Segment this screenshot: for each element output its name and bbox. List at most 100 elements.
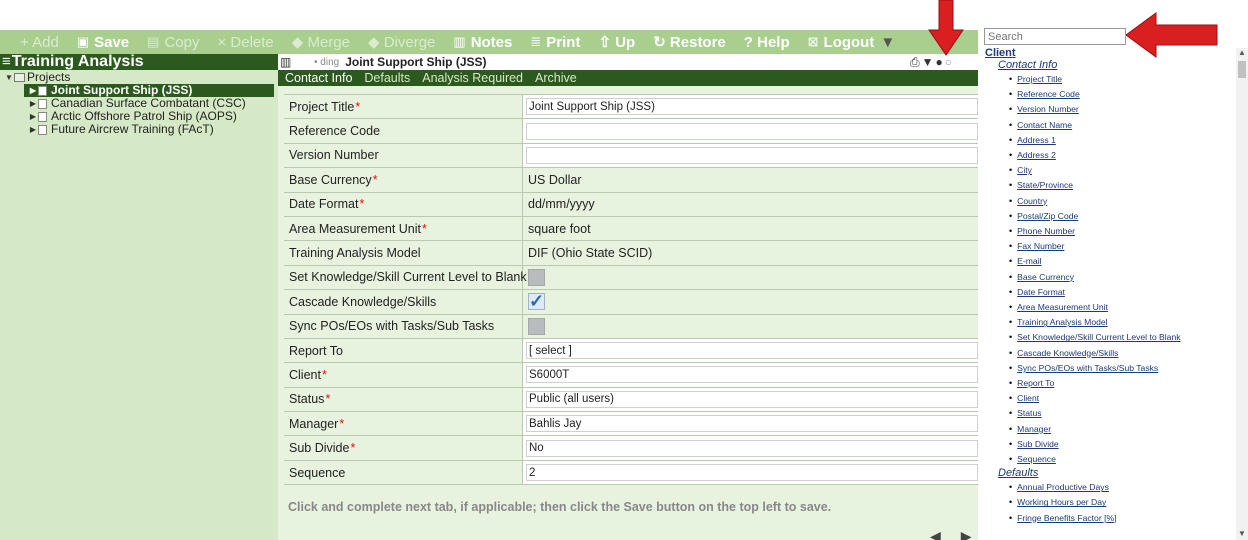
index-field-link[interactable]: Fax Number (1017, 241, 1064, 251)
field-checkbox[interactable]: ✓ (528, 292, 545, 311)
index-field-link[interactable]: Country (1017, 196, 1047, 206)
field-input[interactable]: Public (all users) (526, 390, 978, 408)
tab-defaults[interactable]: Defaults (364, 71, 410, 85)
expand-right-icon[interactable]: ▶ (28, 97, 38, 110)
index-field-link[interactable]: Reference Code (1017, 89, 1080, 99)
field-input[interactable]: Bahlis Jay (526, 415, 978, 433)
form-row: Version Number (284, 143, 978, 169)
index-field-link[interactable]: Manager (1017, 424, 1051, 434)
field-input[interactable]: S6000T (526, 366, 978, 384)
index-field-link[interactable]: Status (1017, 408, 1041, 418)
field-label-text: Project Title (289, 99, 355, 114)
expand-right-icon[interactable]: ▶ (28, 123, 38, 136)
index-scrollbar[interactable]: ▲ ▼ (1236, 48, 1248, 540)
field-input[interactable] (526, 122, 978, 140)
expand-right-icon[interactable]: ▶ (28, 84, 38, 97)
add-button[interactable]: + Add (20, 34, 59, 51)
field-input[interactable]: 2 (526, 464, 978, 482)
index-field-link[interactable]: Training Analysis Model (1017, 317, 1107, 327)
filter-icon[interactable]: ▼ (922, 55, 936, 69)
tree-item[interactable]: ▶ Future Aircrew Training (FAcT) (0, 123, 278, 136)
delete-button[interactable]: × Delete (217, 34, 273, 51)
trash-icon[interactable]: ▥ (280, 55, 300, 69)
index-field-link[interactable]: Version Number (1017, 104, 1079, 114)
restore-button[interactable]: ↻ Restore (653, 33, 726, 51)
index-field-link[interactable]: Phone Number (1017, 226, 1075, 236)
index-field-link[interactable]: Sync POs/EOs with Tasks/Sub Tasks (1017, 363, 1158, 373)
field-input[interactable]: Joint Support Ship (JSS) (526, 98, 978, 116)
index-field-link[interactable]: Fringe Benefits Factor [%] (1017, 513, 1116, 523)
field-value[interactable]: US Dollar (526, 173, 582, 187)
print-button[interactable]: ≣ Print (530, 34, 580, 51)
search-icon[interactable]: ○ (945, 55, 954, 69)
scroll-thumb[interactable] (1238, 61, 1246, 78)
scroll-up-icon[interactable]: ▲ (1238, 48, 1246, 57)
logout-label: Logout (823, 33, 875, 51)
field-checkbox[interactable] (528, 317, 545, 335)
form-row: Sync POs/EOs with Tasks/Sub Tasks (284, 314, 978, 339)
field-label: Status * (284, 387, 523, 412)
expand-right-icon[interactable]: ▶ (28, 110, 38, 123)
index-field-link[interactable]: Postal/Zip Code (1017, 211, 1078, 221)
index-field-link[interactable]: Client (1017, 393, 1039, 403)
scroll-down-icon[interactable]: ▼ (1238, 529, 1246, 538)
form-row: Training Analysis Model DIF (Ohio State S… (284, 241, 978, 266)
field-value[interactable]: dd/mm/yyyy (526, 197, 595, 211)
filter-icon[interactable]: ▼ (880, 34, 895, 51)
diverge-button[interactable]: ◆ Diverge (368, 33, 435, 51)
index-field-link[interactable]: Annual Productive Days (1017, 482, 1109, 492)
index-field-link[interactable]: Set Knowledge/Skill Current Level to Bla… (1017, 332, 1180, 342)
annotation-arrow-down-icon (928, 0, 964, 56)
field-value-cell: DIF (Ohio State SCID) (523, 241, 978, 264)
tab-contact-info[interactable]: Contact Info (285, 71, 352, 85)
index-field-link[interactable]: Base Currency (1017, 272, 1074, 282)
search-input[interactable] (984, 28, 1126, 45)
field-input[interactable] (526, 146, 978, 164)
book-icon: ▥ (453, 34, 466, 49)
index-field-link[interactable]: Report To (1017, 378, 1054, 388)
index-field-link[interactable]: Cascade Knowledge/Skills (1017, 348, 1118, 358)
save-button[interactable]: ▣ Save (77, 34, 129, 51)
index-field-link[interactable]: Sub Divide (1017, 439, 1059, 449)
field-input[interactable]: No (526, 439, 978, 457)
field-value-cell: Bahlis Jay (523, 412, 978, 436)
field-value[interactable]: DIF (Ohio State SCID) (526, 246, 652, 260)
field-label: Manager * (284, 412, 523, 436)
required-marker: * (422, 221, 427, 236)
up-button[interactable]: ⇧ Up (598, 33, 635, 51)
copy-button[interactable]: ▤ Copy (147, 34, 199, 51)
field-checkbox[interactable] (528, 268, 545, 286)
help-button[interactable]: ? Help (744, 34, 790, 51)
index-field-link[interactable]: E-mail (1017, 256, 1041, 266)
info-icon[interactable]: ● (936, 55, 945, 69)
index-field-link[interactable]: Project Title (1017, 74, 1062, 84)
menu-icon[interactable]: ≡ (2, 54, 11, 70)
index-field-link[interactable]: Sequence (1017, 454, 1056, 464)
index-field-link[interactable]: Address 2 (1017, 150, 1056, 160)
index-field-link[interactable]: Address 1 (1017, 135, 1056, 145)
index-field-link[interactable]: Area Measurement Unit (1017, 302, 1108, 312)
logout-button[interactable]: ⊠ Logout (808, 34, 875, 51)
index-defaults-link[interactable]: Defaults (998, 467, 1235, 480)
index-field-link[interactable]: State/Province (1017, 180, 1073, 190)
index-field-link[interactable]: Date Format (1017, 287, 1065, 297)
field-value[interactable]: square foot (526, 222, 591, 236)
field-label: Client * (284, 363, 523, 387)
previous-icon[interactable]: ◀ (930, 528, 961, 540)
notes-button[interactable]: ▥ Notes (453, 34, 512, 51)
index-field-link[interactable]: Contact Name (1017, 120, 1072, 130)
index-list-item: Project Title (1017, 72, 1235, 87)
index-field-link[interactable]: Working Hours per Day (1017, 497, 1106, 507)
tab-archive[interactable]: Archive (535, 71, 577, 85)
tab-analysis-required[interactable]: Analysis Required (422, 71, 523, 85)
print-icon[interactable]: ⎙ (910, 55, 922, 69)
merge-button[interactable]: ◆ Merge (292, 33, 350, 51)
index-field-link[interactable]: City (1017, 165, 1032, 175)
index-list-item: Client (1017, 391, 1235, 406)
field-input[interactable]: [ select ] (526, 342, 978, 360)
expand-down-icon[interactable]: ▼ (4, 71, 14, 84)
index-contact-info-link[interactable]: Contact Info (998, 59, 1235, 72)
index-list-item: E-mail (1017, 254, 1235, 269)
index-client-link[interactable]: Client (985, 47, 1235, 59)
floppy-icon: ▣ (76, 34, 90, 49)
